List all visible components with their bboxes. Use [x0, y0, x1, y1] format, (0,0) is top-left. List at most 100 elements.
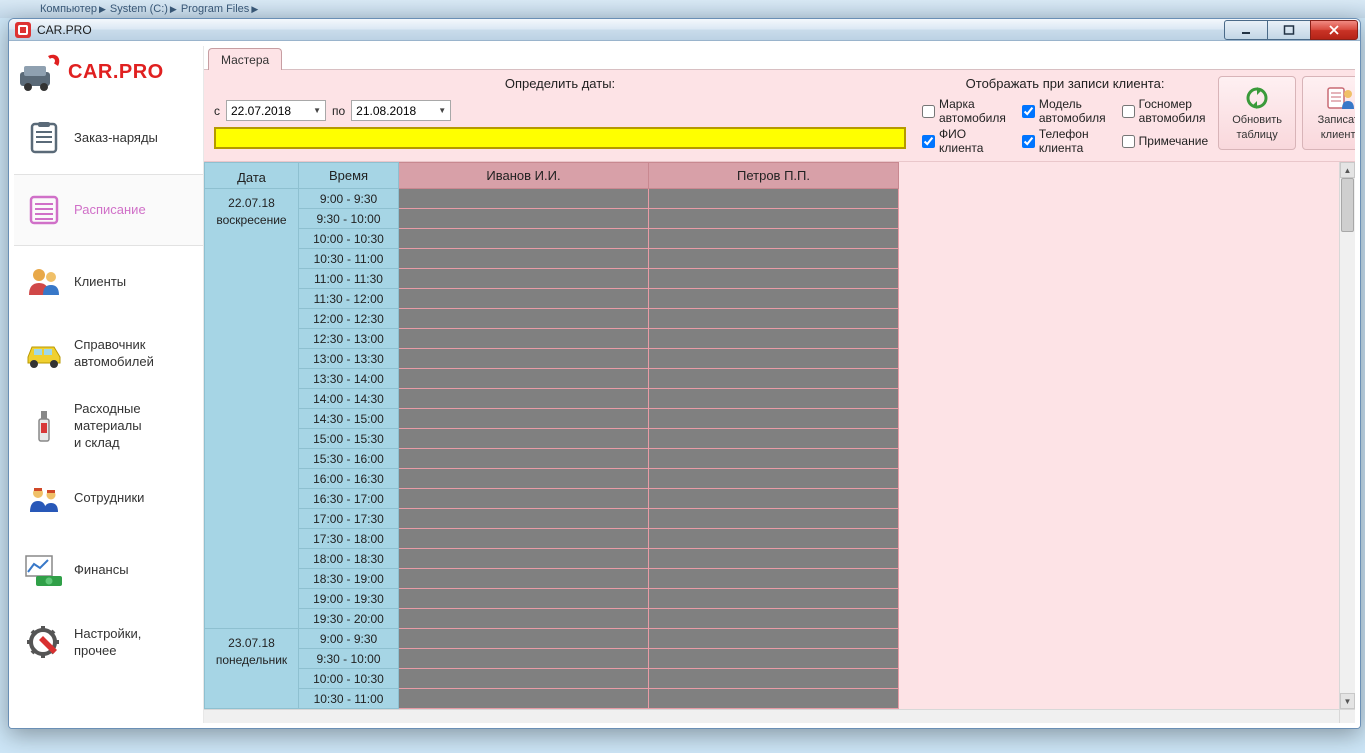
checkbox[interactable]: [1122, 135, 1135, 148]
slot-cell[interactable]: [649, 229, 899, 249]
table-row: 23.07.18понедельник9:00 - 9:30: [205, 629, 899, 649]
slot-cell[interactable]: [399, 249, 649, 269]
slot-cell[interactable]: [399, 209, 649, 229]
titlebar[interactable]: CAR.PRO: [9, 19, 1360, 41]
display-option-4[interactable]: Телефон клиента: [1022, 127, 1106, 155]
slot-cell[interactable]: [399, 329, 649, 349]
maximize-button[interactable]: [1267, 20, 1311, 40]
slot-cell[interactable]: [649, 509, 899, 529]
slot-cell[interactable]: [399, 549, 649, 569]
slot-cell[interactable]: [399, 629, 649, 649]
display-option-5[interactable]: Примечание: [1122, 127, 1208, 155]
schedule-grid-scroll[interactable]: Дата Время Иванов И.И. Петров П.П. 22.07…: [204, 162, 1339, 709]
horizontal-scrollbar[interactable]: [204, 709, 1339, 723]
display-options-header: Отображать при записи клиента:: [922, 76, 1208, 93]
slot-cell[interactable]: [649, 629, 899, 649]
slot-cell[interactable]: [399, 449, 649, 469]
checkbox[interactable]: [922, 105, 935, 118]
slot-cell[interactable]: [649, 549, 899, 569]
chevron-down-icon: ▼: [438, 106, 446, 115]
date-from-label: с: [214, 104, 220, 118]
slot-cell[interactable]: [649, 269, 899, 289]
tab-masters[interactable]: Мастера: [208, 48, 282, 70]
slot-cell[interactable]: [399, 489, 649, 509]
slot-cell[interactable]: [399, 409, 649, 429]
slot-cell[interactable]: [649, 649, 899, 669]
display-option-0[interactable]: Марка автомобиля: [922, 97, 1006, 125]
slot-cell[interactable]: [649, 389, 899, 409]
slot-cell[interactable]: [649, 209, 899, 229]
slot-cell[interactable]: [649, 609, 899, 629]
checkbox[interactable]: [1022, 105, 1035, 118]
slot-cell[interactable]: [649, 469, 899, 489]
sidebar-item-label: Расходные материалы и склад: [74, 401, 142, 452]
sidebar-item-settings[interactable]: Настройки, прочее: [14, 607, 203, 679]
slot-cell[interactable]: [649, 689, 899, 709]
slot-cell[interactable]: [399, 369, 649, 389]
date-from-input[interactable]: 22.07.2018▼: [226, 100, 326, 121]
slot-cell[interactable]: [649, 249, 899, 269]
sidebar-item-finance[interactable]: Финансы: [14, 535, 203, 607]
refresh-button[interactable]: Обновитьтаблицу: [1218, 76, 1296, 150]
checkbox[interactable]: [1022, 135, 1035, 148]
scrollbar-thumb[interactable]: [1341, 178, 1354, 232]
slot-cell[interactable]: [399, 389, 649, 409]
slot-cell[interactable]: [649, 409, 899, 429]
slot-cell[interactable]: [649, 429, 899, 449]
col-header-time[interactable]: Время: [299, 163, 399, 189]
slot-cell[interactable]: [649, 289, 899, 309]
date-to-input[interactable]: 21.08.2018▼: [351, 100, 451, 121]
vertical-scrollbar[interactable]: ▲ ▼: [1339, 162, 1355, 709]
col-header-master[interactable]: Петров П.П.: [649, 163, 899, 189]
checkbox[interactable]: [922, 135, 935, 148]
search-input[interactable]: [214, 127, 906, 149]
slot-cell[interactable]: [399, 529, 649, 549]
scroll-up-icon[interactable]: ▲: [1340, 162, 1355, 178]
table-row: 15:00 - 15:30: [205, 429, 899, 449]
slot-cell[interactable]: [649, 349, 899, 369]
slot-cell[interactable]: [649, 589, 899, 609]
slot-cell[interactable]: [399, 649, 649, 669]
checkbox[interactable]: [1122, 105, 1135, 118]
slot-cell[interactable]: [399, 429, 649, 449]
slot-cell[interactable]: [649, 329, 899, 349]
slot-cell[interactable]: [399, 229, 649, 249]
display-option-3[interactable]: ФИО клиента: [922, 127, 1006, 155]
slot-cell[interactable]: [399, 189, 649, 209]
sidebar-item-staff[interactable]: Сотрудники: [14, 463, 203, 535]
scroll-down-icon[interactable]: ▼: [1340, 693, 1355, 709]
col-header-date[interactable]: Дата: [205, 163, 299, 189]
slot-cell[interactable]: [649, 569, 899, 589]
slot-cell[interactable]: [649, 449, 899, 469]
sidebar-item-schedule[interactable]: Расписание: [14, 174, 203, 246]
slot-cell[interactable]: [649, 309, 899, 329]
slot-cell[interactable]: [399, 289, 649, 309]
slot-cell[interactable]: [399, 689, 649, 709]
slot-cell[interactable]: [399, 309, 649, 329]
slot-cell[interactable]: [649, 669, 899, 689]
slot-cell[interactable]: [649, 489, 899, 509]
slot-cell[interactable]: [399, 269, 649, 289]
display-option-2[interactable]: Госномер автомобиля: [1122, 97, 1208, 125]
slot-cell[interactable]: [399, 569, 649, 589]
button-label: Записать: [1318, 114, 1355, 127]
display-option-1[interactable]: Модель автомобиля: [1022, 97, 1106, 125]
slot-cell[interactable]: [649, 369, 899, 389]
sidebar-item-orders[interactable]: Заказ-наряды: [14, 102, 203, 174]
slot-cell[interactable]: [649, 189, 899, 209]
sidebar-item-supplies[interactable]: Расходные материалы и склад: [14, 390, 203, 463]
slot-cell[interactable]: [399, 509, 649, 529]
sidebar-item-clients[interactable]: Клиенты: [14, 246, 203, 318]
add-button[interactable]: Записатьклиента: [1302, 76, 1355, 150]
close-button[interactable]: [1310, 20, 1358, 40]
slot-cell[interactable]: [399, 349, 649, 369]
slot-cell[interactable]: [399, 669, 649, 689]
minimize-button[interactable]: [1224, 20, 1268, 40]
slot-cell[interactable]: [649, 529, 899, 549]
slot-cell[interactable]: [399, 469, 649, 489]
slot-cell[interactable]: [399, 589, 649, 609]
sidebar-item-carref[interactable]: Справочник автомобилей: [14, 318, 203, 390]
col-header-master[interactable]: Иванов И.И.: [399, 163, 649, 189]
schedule-icon: [24, 190, 64, 230]
slot-cell[interactable]: [399, 609, 649, 629]
